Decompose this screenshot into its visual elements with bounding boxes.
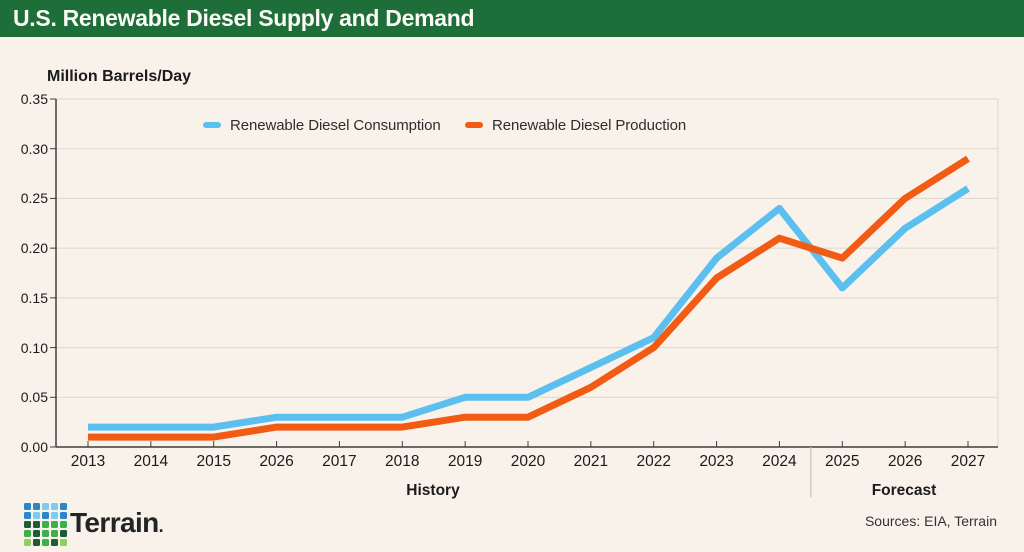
production-swatch-icon xyxy=(465,122,483,128)
logo-pixel xyxy=(33,530,40,537)
logo-pixel xyxy=(24,521,31,528)
series-line-consumption xyxy=(88,185,970,431)
logo-pixel xyxy=(42,530,49,537)
logo-pixel xyxy=(60,503,67,510)
terrain-wordmark: Terrain. xyxy=(70,503,164,546)
y-tick-label: 0.35 xyxy=(20,91,48,107)
logo-pixel xyxy=(60,530,67,537)
logo-pixel xyxy=(51,503,58,510)
logo-pixel xyxy=(33,521,40,528)
legend-item-consumption: Renewable Diesel Consumption xyxy=(203,114,441,136)
y-tick-label: 0.25 xyxy=(20,190,48,207)
legend-item-production: Renewable Diesel Production xyxy=(465,114,686,136)
wordmark-text: Terrain xyxy=(70,507,159,538)
logo-pixel xyxy=(33,539,40,546)
y-tick-label: 0.00 xyxy=(20,439,48,455)
forecast-section-label: Forecast xyxy=(871,482,937,499)
logo-pixel xyxy=(42,539,49,546)
x-tick-label: 2019 xyxy=(447,453,483,470)
logo-pixel xyxy=(51,539,58,546)
logo-pixel xyxy=(42,512,49,519)
x-tick-label: 2024 xyxy=(762,453,797,470)
x-tick-label: 2020 xyxy=(510,453,546,470)
y-tick-label: 0.10 xyxy=(20,339,48,356)
x-tick-label: 2013 xyxy=(70,453,106,470)
logo-pixel xyxy=(24,503,31,510)
legend-label-production: Renewable Diesel Production xyxy=(492,116,687,134)
x-tick-label: 2023 xyxy=(699,453,734,470)
logo-pixel xyxy=(60,539,67,546)
terrain-logo-icon xyxy=(24,503,67,546)
logo-pixel xyxy=(51,521,58,528)
y-tick-label: 0.15 xyxy=(20,289,48,306)
logo-pixel xyxy=(24,539,31,546)
logo-pixel xyxy=(42,503,49,510)
y-tick-label: 0.30 xyxy=(20,140,48,157)
x-tick-label: 2015 xyxy=(196,453,231,470)
x-tick-label: 2018 xyxy=(385,453,420,470)
logo-pixel xyxy=(51,512,58,519)
page: { "header": { "title": "U.S. Renewable D… xyxy=(0,0,1024,552)
logo-pixel xyxy=(42,521,49,528)
x-tick-label: 2022 xyxy=(636,453,671,470)
x-tick-label: 2025 xyxy=(825,453,860,470)
logo-pixel xyxy=(24,512,31,519)
x-tick-label: 2017 xyxy=(322,453,357,470)
x-tick-label: 2014 xyxy=(133,453,169,470)
legend-label-consumption: Renewable Diesel Consumption xyxy=(230,116,441,134)
x-tick-label: 2026 xyxy=(259,453,294,470)
logo-pixel xyxy=(60,521,67,528)
history-section-label: History xyxy=(406,482,460,499)
x-tick-label: 2021 xyxy=(573,453,609,470)
logo-pixel xyxy=(24,530,31,537)
logo-pixel xyxy=(51,530,58,537)
x-tick-label: 2027 xyxy=(950,453,986,470)
sources-text: Sources: EIA, Terrain xyxy=(864,513,997,529)
logo-pixel xyxy=(60,512,67,519)
y-tick-label: 0.20 xyxy=(20,240,48,257)
logo-pixel xyxy=(33,512,40,519)
y-tick-label: 0.05 xyxy=(20,389,48,406)
wordmark-period: . xyxy=(158,516,164,536)
x-tick-label: 2026 xyxy=(887,453,923,470)
consumption-swatch-icon xyxy=(203,122,221,128)
logo-pixel xyxy=(33,503,40,510)
